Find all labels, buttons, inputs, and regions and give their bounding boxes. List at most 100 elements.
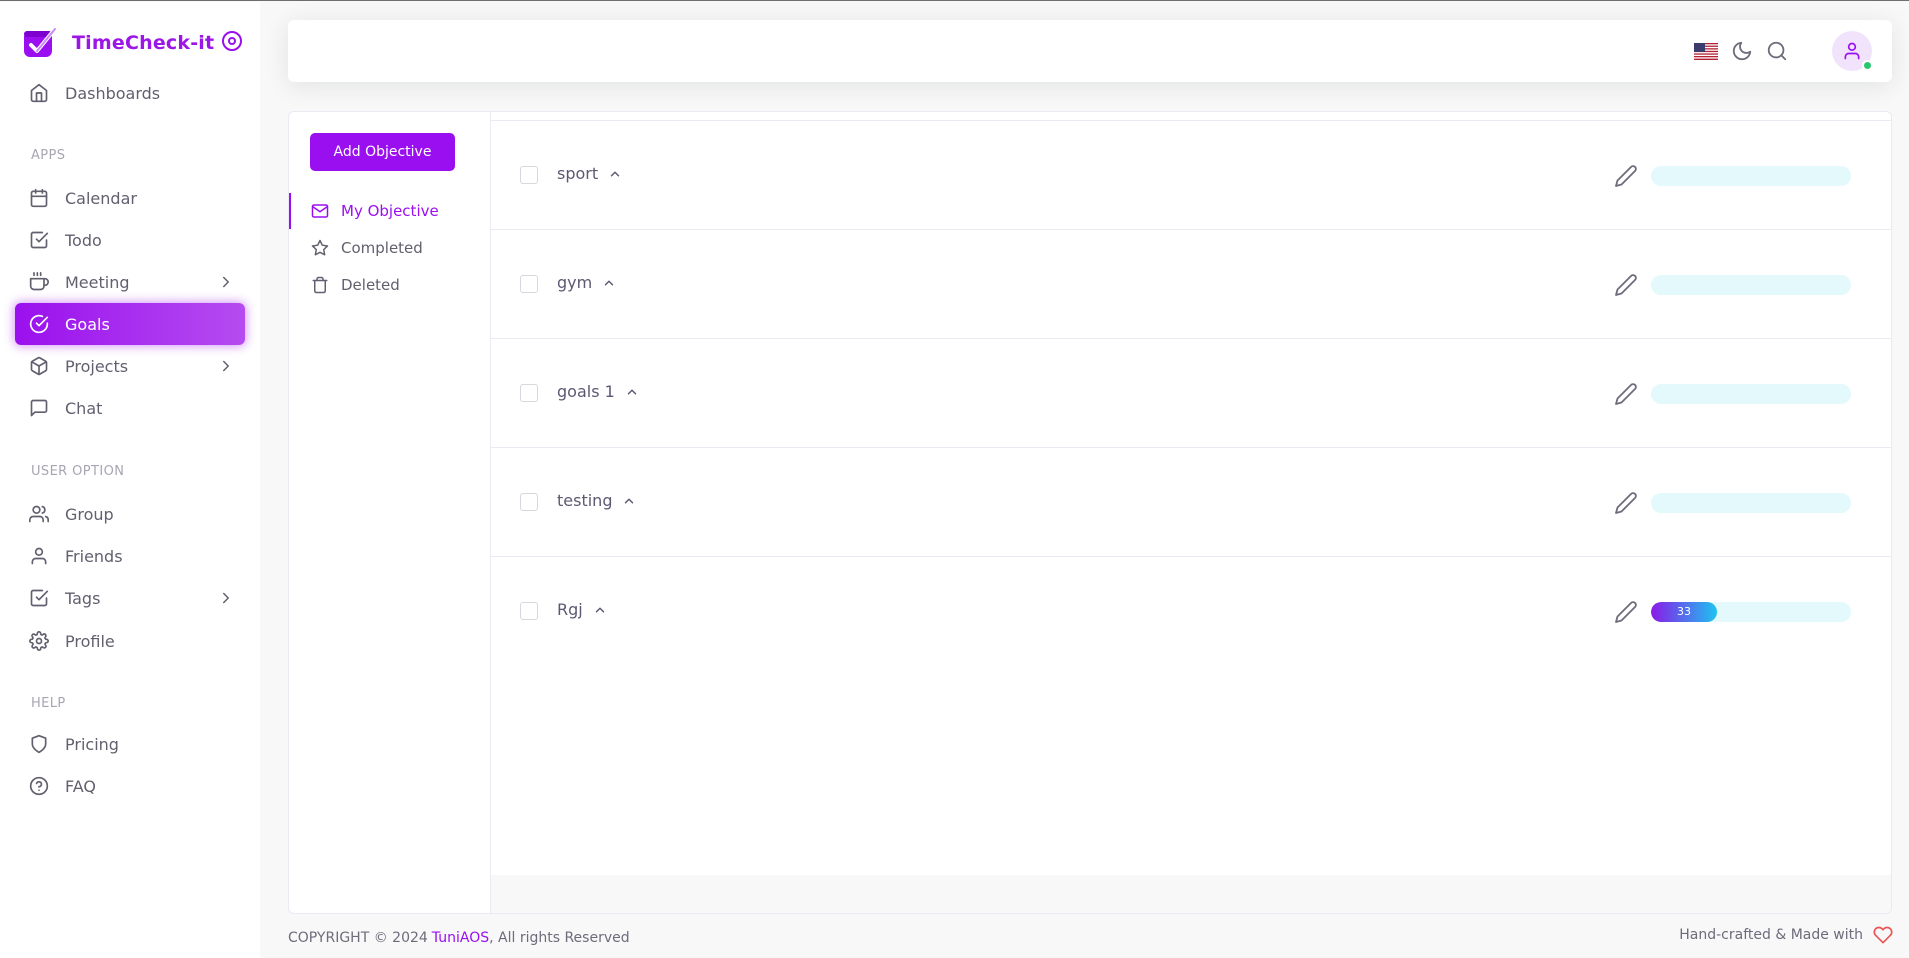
calendar-icon	[30, 188, 48, 208]
made-with-text: Hand-crafted & Made with	[1679, 927, 1863, 943]
users-icon	[29, 505, 49, 523]
sidebar-item-chat[interactable]: Chat	[15, 387, 245, 429]
goal-title[interactable]: goals 1	[557, 382, 639, 401]
user-icon	[1844, 42, 1860, 60]
rights-text: , All rights Reserved	[489, 930, 630, 946]
avatar[interactable]	[1832, 31, 1873, 71]
filter-completed[interactable]: Completed	[289, 230, 490, 266]
heart-icon	[1873, 926, 1893, 944]
chevron-up-icon[interactable]	[625, 385, 639, 399]
sidebar-item-label: Chat	[65, 398, 103, 418]
filter-label: My Objective	[341, 202, 439, 220]
shield-icon	[31, 734, 47, 754]
message-square-icon	[30, 399, 48, 417]
nav-header-help: HELP	[31, 696, 66, 711]
goal-row-testing[interactable]: testing	[491, 448, 1891, 557]
help-circle-icon	[29, 776, 49, 796]
filter-label: Deleted	[341, 276, 400, 294]
goal-title-text: testing	[557, 491, 613, 510]
goal-progress-bar	[1651, 384, 1851, 404]
list-footer-area	[491, 875, 1891, 913]
chevron-right-icon	[223, 360, 229, 372]
sidebar-toggle-icon[interactable]	[220, 29, 244, 53]
copyright-text: COPYRIGHT © 2024	[288, 930, 428, 946]
footer-copyright: COPYRIGHT © 2024 TuniAOS, All rights Rese…	[288, 930, 630, 946]
goal-title-text: goals 1	[557, 382, 615, 401]
goal-title[interactable]: Rgj	[557, 600, 607, 619]
goal-progress-bar	[1651, 166, 1851, 186]
star-icon	[311, 239, 329, 256]
goal-title[interactable]: gym	[557, 273, 616, 292]
sidebar-item-faq[interactable]: FAQ	[15, 765, 245, 807]
us-flag-icon[interactable]	[1694, 43, 1718, 60]
goal-title[interactable]: sport	[557, 164, 622, 183]
goal-progress-fill: 33	[1651, 602, 1717, 622]
edit-pencil-icon[interactable]	[1614, 491, 1638, 515]
goal-progress-bar	[1651, 275, 1851, 295]
sidebar-item-label: Calendar	[65, 188, 137, 208]
goal-title-text: gym	[557, 273, 593, 292]
user-icon	[31, 547, 47, 565]
sidebar-item-todo[interactable]: Todo	[15, 219, 245, 261]
filter-label: Completed	[341, 239, 423, 257]
moon-icon[interactable]	[1731, 40, 1753, 62]
goals-app: Add Objective My Objective Completed Del…	[288, 111, 1892, 914]
goal-row-sport[interactable]: sport	[491, 121, 1891, 230]
coffee-icon	[29, 272, 49, 291]
sidebar-item-pricing[interactable]: Pricing	[15, 723, 245, 765]
filter-deleted[interactable]: Deleted	[289, 267, 490, 303]
goal-row-goals-1[interactable]: goals 1	[491, 339, 1891, 448]
sidebar-item-goals[interactable]: Goals	[15, 303, 245, 345]
chevron-up-icon[interactable]	[622, 494, 636, 508]
filter-my-objective[interactable]: My Objective	[289, 193, 490, 229]
sidebar-item-group[interactable]: Group	[15, 493, 245, 535]
brand[interactable]: TimeCheck-it	[22, 26, 252, 60]
goal-checkbox[interactable]	[520, 275, 538, 293]
sidebar-item-label: Profile	[65, 631, 115, 651]
chevron-up-icon[interactable]	[602, 276, 616, 290]
company-link[interactable]: TuniAOS	[432, 930, 489, 946]
edit-pencil-icon[interactable]	[1614, 382, 1638, 406]
footer-credit: Hand-crafted & Made with	[1679, 925, 1893, 945]
sidebar-item-label: Todo	[65, 230, 102, 250]
goal-row-gym[interactable]: gym	[491, 230, 1891, 339]
edit-pencil-icon[interactable]	[1614, 273, 1638, 297]
search-icon[interactable]	[1766, 40, 1788, 62]
goals-filter-pane: Add Objective My Objective Completed Del…	[289, 112, 491, 913]
edit-pencil-icon[interactable]	[1614, 600, 1638, 624]
goal-checkbox[interactable]	[520, 384, 538, 402]
chevron-up-icon[interactable]	[593, 603, 607, 617]
add-objective-button[interactable]: Add Objective	[310, 133, 455, 171]
home-icon	[30, 83, 48, 103]
check-square-icon	[30, 231, 49, 249]
sidebar-item-label: Projects	[65, 356, 129, 376]
sidebar: TimeCheck-it Dashboards APPS Calendar To…	[0, 2, 260, 958]
goal-title[interactable]: testing	[557, 491, 636, 510]
chevron-right-icon	[223, 276, 229, 288]
sidebar-item-meeting[interactable]: Meeting	[15, 261, 245, 303]
sidebar-item-tags[interactable]: Tags	[15, 577, 245, 619]
edit-pencil-icon[interactable]	[1614, 164, 1638, 188]
sidebar-item-label: Meeting	[65, 272, 130, 292]
package-icon	[30, 356, 48, 376]
sidebar-item-label: FAQ	[65, 776, 96, 796]
sidebar-item-label: Friends	[65, 546, 123, 566]
goals-list: sport gym goals 1 testing Rgj 33	[491, 112, 1891, 872]
chevron-up-icon[interactable]	[608, 167, 622, 181]
sidebar-item-label: Dashboards	[65, 83, 161, 103]
settings-icon	[29, 631, 49, 651]
goal-row-rgj[interactable]: Rgj 33	[491, 557, 1891, 666]
sidebar-item-friends[interactable]: Friends	[15, 535, 245, 577]
goal-checkbox[interactable]	[520, 493, 538, 511]
goal-progress-bar: 33	[1651, 602, 1851, 622]
goal-checkbox[interactable]	[520, 166, 538, 184]
sidebar-item-dashboards[interactable]: Dashboards	[15, 72, 245, 114]
nav-header-user-option: USER OPTION	[31, 464, 125, 479]
sidebar-item-profile[interactable]: Profile	[15, 620, 245, 662]
goal-checkbox[interactable]	[520, 602, 538, 620]
sidebar-item-calendar[interactable]: Calendar	[15, 177, 245, 219]
brand-logo-icon	[24, 27, 57, 57]
sidebar-item-label: Group	[65, 504, 114, 524]
sidebar-item-projects[interactable]: Projects	[15, 345, 245, 387]
goal-progress-bar	[1651, 493, 1851, 513]
